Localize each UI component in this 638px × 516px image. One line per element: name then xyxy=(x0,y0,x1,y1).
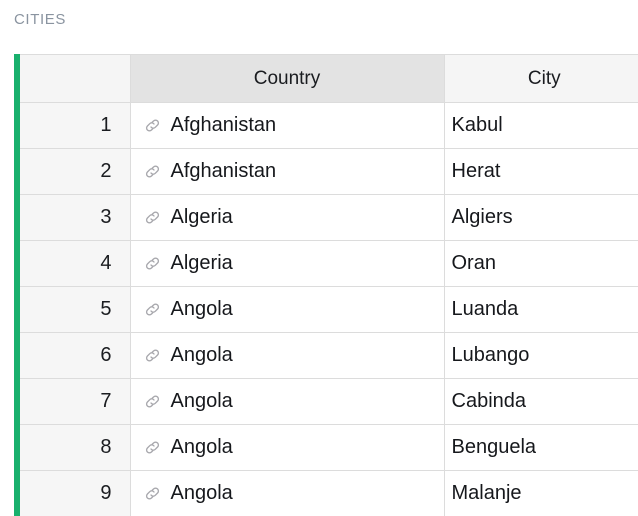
table-row[interactable]: 8 Angola Benguela xyxy=(20,424,638,471)
link-icon[interactable] xyxy=(143,346,162,365)
country-name: Angola xyxy=(170,344,233,366)
row-number-cell: 5 xyxy=(20,286,131,333)
table-row[interactable]: 7 Angola Cabinda xyxy=(20,378,638,425)
city-name: Luanda xyxy=(451,298,519,320)
table-row[interactable]: 9 Angola Malanje xyxy=(20,470,638,516)
cities-table: Country City 1 Afghanistan Kabul 2 Afgha… xyxy=(20,54,638,516)
city-cell[interactable]: Luanda xyxy=(444,286,638,333)
country-cell[interactable]: Afghanistan xyxy=(130,148,445,195)
country-cell[interactable]: Angola xyxy=(130,470,445,516)
table-row[interactable]: 3 Algeria Algiers xyxy=(20,194,638,241)
country-name: Algeria xyxy=(170,252,233,274)
row-number: 8 xyxy=(100,436,112,458)
row-number: 7 xyxy=(100,390,112,412)
link-icon[interactable] xyxy=(143,162,162,181)
row-number-cell: 9 xyxy=(20,470,131,516)
city-name: Oran xyxy=(451,252,496,274)
link-icon[interactable] xyxy=(143,254,162,273)
row-number-cell: 1 xyxy=(20,102,131,149)
table-row[interactable]: 6 Angola Lubango xyxy=(20,332,638,379)
city-name: Algiers xyxy=(451,206,513,228)
page-title: CITIES xyxy=(14,11,66,28)
country-cell[interactable]: Afghanistan xyxy=(130,102,445,149)
country-name: Angola xyxy=(170,298,233,320)
country-cell[interactable]: Algeria xyxy=(130,194,445,241)
table-row[interactable]: 4 Algeria Oran xyxy=(20,240,638,287)
table-row[interactable]: 1 Afghanistan Kabul xyxy=(20,102,638,149)
city-name: Kabul xyxy=(451,114,503,136)
country-name: Afghanistan xyxy=(170,114,277,136)
city-cell[interactable]: Oran xyxy=(444,240,638,287)
city-cell[interactable]: Kabul xyxy=(444,102,638,149)
city-name: Malanje xyxy=(451,482,522,504)
table-row[interactable]: 5 Angola Luanda xyxy=(20,286,638,333)
row-number: 9 xyxy=(100,482,112,504)
country-name: Algeria xyxy=(170,206,233,228)
link-icon[interactable] xyxy=(143,116,162,135)
table-header: Country City xyxy=(20,54,638,103)
row-number: 4 xyxy=(100,252,112,274)
country-cell[interactable]: Algeria xyxy=(130,240,445,287)
link-icon[interactable] xyxy=(143,208,162,227)
city-cell[interactable]: Herat xyxy=(444,148,638,195)
row-number: 6 xyxy=(100,344,112,366)
header-row: Country City xyxy=(20,54,638,103)
city-cell[interactable]: Algiers xyxy=(444,194,638,241)
link-icon[interactable] xyxy=(143,438,162,457)
country-cell[interactable]: Angola xyxy=(130,332,445,379)
row-number-cell: 3 xyxy=(20,194,131,241)
country-name: Afghanistan xyxy=(170,160,277,182)
table-row[interactable]: 2 Afghanistan Herat xyxy=(20,148,638,195)
column-header-city[interactable]: City xyxy=(444,54,638,103)
city-name: Lubango xyxy=(451,344,530,366)
city-cell[interactable]: Malanje xyxy=(444,470,638,516)
country-name: Angola xyxy=(170,436,233,458)
cities-table-scroll[interactable]: Country City 1 Afghanistan Kabul 2 Afgha… xyxy=(20,54,638,516)
row-number-cell: 6 xyxy=(20,332,131,379)
link-icon[interactable] xyxy=(143,300,162,319)
row-number: 3 xyxy=(100,206,112,228)
country-cell[interactable]: Angola xyxy=(130,424,445,471)
link-icon[interactable] xyxy=(143,484,162,503)
city-cell[interactable]: Lubango xyxy=(444,332,638,379)
row-number: 2 xyxy=(100,160,112,182)
country-cell[interactable]: Angola xyxy=(130,378,445,425)
cities-panel: CITIES Country City 1 Afghanistan Kabul … xyxy=(0,0,638,516)
country-name: Angola xyxy=(170,390,233,412)
column-header-country[interactable]: Country xyxy=(130,54,445,103)
cities-table-container: Country City 1 Afghanistan Kabul 2 Afgha… xyxy=(14,54,638,516)
row-number: 1 xyxy=(100,114,112,136)
city-cell[interactable]: Benguela xyxy=(444,424,638,471)
table-body: 1 Afghanistan Kabul 2 Afghanistan Herat … xyxy=(20,102,638,516)
row-number: 5 xyxy=(100,298,112,320)
row-number-cell: 7 xyxy=(20,378,131,425)
row-number-cell: 8 xyxy=(20,424,131,471)
city-name: Herat xyxy=(451,160,501,182)
row-number-cell: 2 xyxy=(20,148,131,195)
country-cell[interactable]: Angola xyxy=(130,286,445,333)
city-name: Benguela xyxy=(451,436,537,458)
column-header-rownum[interactable] xyxy=(20,54,131,103)
row-number-cell: 4 xyxy=(20,240,131,287)
country-name: Angola xyxy=(170,482,233,504)
city-cell[interactable]: Cabinda xyxy=(444,378,638,425)
city-name: Cabinda xyxy=(451,390,527,412)
link-icon[interactable] xyxy=(143,392,162,411)
